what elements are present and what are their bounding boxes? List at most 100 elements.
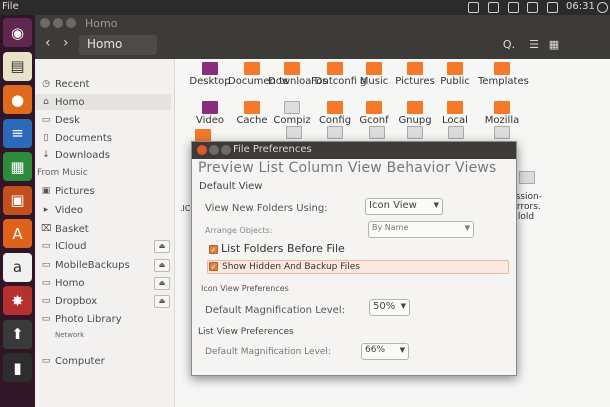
forward-icon[interactable]: ›	[63, 35, 69, 51]
folder-icon[interactable]	[494, 101, 510, 114]
usb-drive-icon[interactable]: ▮	[3, 353, 32, 382]
firefox-icon[interactable]: ●	[3, 85, 32, 114]
clock[interactable]: 06:31	[566, 1, 595, 12]
sidebar-section-header: Network	[55, 331, 85, 339]
folder-icon[interactable]	[494, 126, 510, 139]
sidebar-item-downloads[interactable]: ↓ Downloads	[41, 147, 110, 163]
file-label[interactable]: Compiz	[268, 115, 316, 126]
folder-icon[interactable]	[286, 126, 302, 139]
sidebar-item-icloud[interactable]: ▭ ICloud	[41, 238, 87, 254]
folder-icon[interactable]	[407, 101, 423, 114]
network-indicator-icon[interactable]	[527, 2, 538, 13]
software-updater-icon[interactable]: ⬆	[3, 319, 32, 349]
volume-indicator-icon[interactable]	[547, 2, 558, 13]
sidebar-item-pictures[interactable]: ▣ Pictures	[41, 183, 95, 199]
list-magnification-value: 66%	[365, 345, 386, 355]
icon-magnification-value: 50%	[373, 301, 396, 312]
writer-icon[interactable]: ≡	[3, 118, 32, 148]
folder-icon[interactable]	[494, 62, 510, 75]
impress-icon[interactable]: ▣	[3, 185, 32, 215]
folder-icon[interactable]	[202, 101, 218, 114]
sidebar-item-video[interactable]: ▸ Video	[41, 202, 83, 218]
minimize-window-button[interactable]	[53, 18, 63, 28]
folder-icon[interactable]	[202, 62, 218, 75]
sidebar-item-basket[interactable]: ⌧ Basket	[41, 221, 89, 237]
app-menu-title[interactable]: File	[2, 1, 19, 12]
file-label[interactable]: Video	[186, 115, 234, 126]
system-settings-icon[interactable]: ✸	[3, 286, 32, 315]
dropbox-indicator-icon[interactable]	[468, 2, 479, 13]
file-label[interactable]: Templates	[478, 76, 529, 87]
folder-icon[interactable]	[369, 126, 385, 139]
back-icon[interactable]: ‹	[45, 35, 51, 51]
arrange-objects-select[interactable]: By Name ▼	[368, 221, 474, 238]
file-label[interactable]: Mozilla	[478, 115, 526, 126]
eject-icon[interactable]: ⏏	[154, 259, 170, 272]
folder-icon[interactable]	[327, 126, 343, 139]
eject-icon[interactable]: ⏏	[154, 277, 170, 290]
dialog-close-button[interactable]	[197, 145, 207, 155]
sidebar-item-icon: ⌧	[41, 224, 52, 234]
file-label[interactable]: Downloa Ds	[268, 76, 327, 87]
mail-indicator-icon[interactable]	[508, 2, 519, 13]
amazon-icon[interactable]: a	[3, 252, 32, 282]
show-hidden-checkbox[interactable]: ✓	[209, 262, 218, 271]
list-folders-first-checkbox[interactable]: ✓	[209, 245, 218, 254]
sidebar-item-recent[interactable]: ◷ Recent	[41, 76, 90, 92]
folder-icon[interactable]	[244, 62, 260, 75]
launcher: ◉ ▤ ● ≡ ▦ ▣ Aa ✸ ⬆ ▮	[0, 15, 35, 407]
sidebar-item-label: Downloads	[55, 149, 110, 161]
sidebar-item-desk[interactable]: ▭ Desk	[41, 112, 80, 128]
dialog-maximize-button[interactable]	[221, 145, 231, 155]
dialog-minimize-button[interactable]	[209, 145, 219, 155]
sidebar-item-dropbox[interactable]: ▭ Dropbox	[41, 293, 97, 309]
folder-icon[interactable]	[244, 101, 260, 114]
folder-icon[interactable]	[448, 126, 464, 139]
files-icon[interactable]: ▤	[3, 51, 32, 81]
folder-icon[interactable]	[407, 126, 423, 139]
calc-icon[interactable]: ▦	[3, 152, 32, 181]
folder-icon[interactable]	[284, 62, 300, 75]
dash-icon[interactable]: ◉	[3, 18, 32, 47]
sidebar-section-header: From Music	[37, 168, 88, 178]
sidebar-item-label: Homo	[55, 277, 85, 289]
sidebar-item-documents[interactable]: ▯ Documents	[41, 130, 113, 146]
software-center-icon[interactable]: A	[3, 219, 32, 248]
sidebar-item-photo-library[interactable]: ▭ Photo Library	[41, 311, 122, 327]
view-new-folders-value: Icon View	[369, 200, 417, 211]
sidebar-item-computer[interactable]: ▭ Computer	[41, 353, 105, 369]
list-view-header: List View Preferences	[198, 327, 294, 337]
sidebar-item-icon: ▭	[41, 314, 51, 324]
file-label[interactable]: Local	[431, 115, 479, 126]
power-icon[interactable]	[597, 2, 608, 13]
sidebar-item-homo[interactable]: ⌂ Homo	[35, 94, 171, 110]
folder-icon[interactable]	[327, 101, 343, 114]
folder-icon[interactable]	[447, 101, 463, 114]
list-magnification-select[interactable]: 66% ▼	[361, 343, 409, 360]
keyboard-indicator-icon[interactable]	[488, 2, 499, 13]
maximize-window-button[interactable]	[66, 18, 76, 28]
breadcrumb-home[interactable]: Homo	[79, 35, 157, 55]
dialog-tabs[interactable]: Preview List Column View Behavior Views	[198, 160, 497, 176]
close-window-button[interactable]	[40, 18, 50, 28]
folder-icon[interactable]	[327, 62, 343, 75]
sidebar-item-homo[interactable]: ▭ Homo	[41, 275, 85, 291]
folder-icon[interactable]	[366, 62, 382, 75]
view-new-folders-select[interactable]: Icon View ▼	[365, 198, 443, 215]
folder-icon[interactable]	[519, 171, 535, 184]
icon-magnification-select[interactable]: 50% ▼	[369, 299, 410, 316]
search-button[interactable]: Q.	[498, 35, 520, 55]
folder-icon[interactable]	[284, 101, 300, 114]
chevron-down-icon: ▼	[464, 224, 470, 232]
list-view-icon[interactable]: ☰	[523, 35, 545, 55]
sidebar-item-mobilebackups[interactable]: ▭ MobileBackups	[41, 257, 130, 273]
grid-view-icon[interactable]: ▦	[543, 35, 565, 55]
folder-icon[interactable]	[366, 101, 382, 114]
eject-icon[interactable]: ⏏	[154, 295, 170, 308]
folder-icon[interactable]	[447, 62, 463, 75]
file-label[interactable]: Public	[431, 76, 479, 87]
list-folders-first-label: List Folders Before File	[221, 242, 345, 255]
folder-icon[interactable]	[407, 62, 423, 75]
file-label[interactable]: Desktop	[186, 76, 234, 87]
eject-icon[interactable]: ⏏	[154, 240, 170, 253]
